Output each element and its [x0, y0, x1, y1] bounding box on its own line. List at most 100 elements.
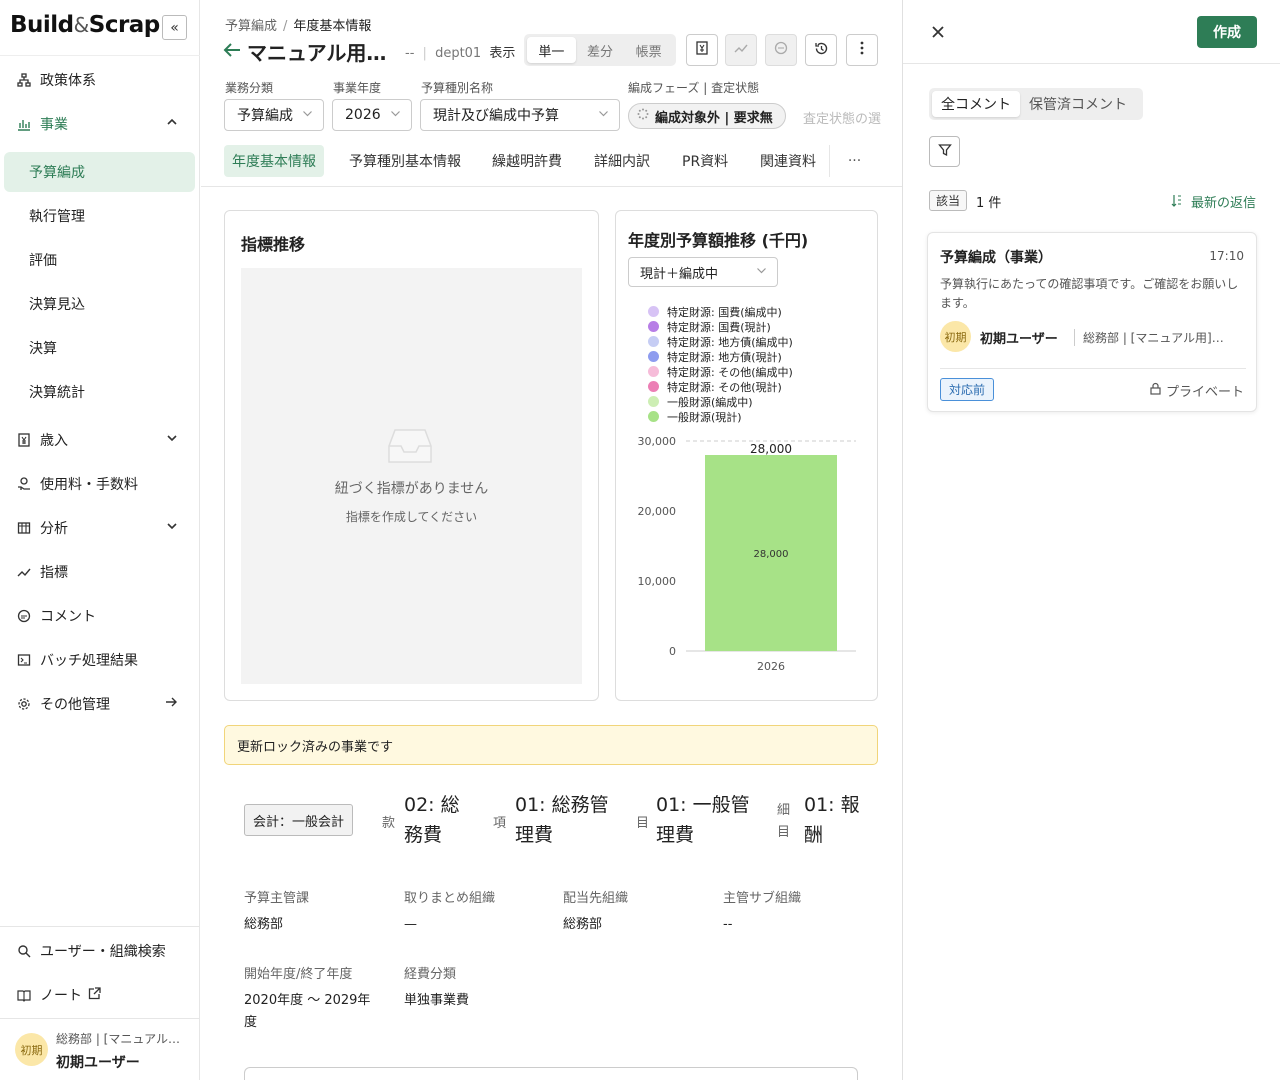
- privacy-label: プライベート: [1165, 385, 1244, 400]
- user-name: 初期ユーザー: [56, 1055, 140, 1071]
- sidebar-item-analysis[interactable]: 分析: [0, 508, 200, 548]
- sidebar-item-comments[interactable]: コメント: [0, 596, 200, 636]
- chevron-down-icon: [166, 432, 178, 447]
- external-link-icon: [88, 986, 101, 1004]
- phase-label: 編成フェーズ | 査定状態: [628, 81, 760, 95]
- phase-value: 編成対象外 | 要求無: [655, 110, 773, 126]
- select-value: 現計及び編成中予算: [433, 108, 559, 124]
- sidebar-item-policy[interactable]: 政策体系: [0, 60, 200, 100]
- sidebar-item-revenue[interactable]: 歳入: [0, 420, 200, 460]
- sidebar-item-label: ユーザー・組織検索: [40, 944, 166, 960]
- coordinator-label: 取りまとめ組織: [404, 891, 496, 906]
- show-label[interactable]: 表示: [489, 46, 515, 61]
- comment-card[interactable]: 予算編成（事業） 17:10 予算執行にあたっての確認事項です。ご確認をお願いし…: [927, 232, 1257, 412]
- assessment-status-select[interactable]: 査定状態の選択: [803, 108, 881, 127]
- empty-inbox-icon: [387, 426, 433, 466]
- create-comment-button[interactable]: 作成: [1197, 16, 1257, 48]
- kou-label: 項: [493, 816, 507, 831]
- tab-budget-type-info[interactable]: 予算種別基本情報: [341, 145, 469, 177]
- fiscal-year-select[interactable]: 2026: [332, 99, 412, 131]
- sidebar-item-label: コメント: [40, 609, 96, 625]
- sidebar-item-settlement-stats[interactable]: 決算統計: [4, 372, 195, 412]
- budget-trend-card: 年度別予算額推移 (千円) 現計＋編成中 特定財源: 国費(編成中) 特定財源: …: [615, 210, 878, 701]
- sort-latest-reply[interactable]: 最新の返信: [1171, 192, 1256, 211]
- view-mode-diff[interactable]: 差分: [576, 37, 625, 63]
- sub-org-value: --: [723, 917, 733, 932]
- sidebar-item-label: 分析: [40, 521, 68, 537]
- yen-report-button[interactable]: [686, 34, 718, 66]
- budget-owner-value: 総務部: [244, 917, 284, 932]
- sidebar-item-settlement-forecast[interactable]: 決算見込: [4, 284, 195, 324]
- trend-icon: [734, 41, 748, 59]
- more-menu-button[interactable]: [846, 34, 878, 66]
- sidebar-item-settlement[interactable]: 決算: [4, 328, 195, 368]
- bar-total-label: 28,000: [750, 442, 792, 456]
- budget-type-select[interactable]: 現計及び編成中予算: [420, 99, 620, 131]
- tab-archived-comments[interactable]: 保管済コメント: [1020, 91, 1136, 117]
- search-icon: [16, 943, 32, 959]
- tab-carryover[interactable]: 繰越明許費: [484, 145, 570, 177]
- sidebar-item-label: 使用料・手数料: [40, 477, 138, 493]
- sidebar-item-label: ノート: [40, 988, 82, 1004]
- tab-pr-materials[interactable]: PR資料: [674, 145, 736, 177]
- moku-value: 01: 一般管 理費: [656, 794, 750, 846]
- privacy-indicator: プライベート: [1150, 381, 1244, 400]
- trend-button[interactable]: [725, 34, 757, 66]
- collapse-sidebar-button[interactable]: «: [162, 15, 187, 40]
- app-logo[interactable]: Build&Scrap: [10, 12, 160, 38]
- tab-all-comments[interactable]: 全コメント: [932, 91, 1020, 117]
- sidebar-item-label: 決算統計: [29, 385, 85, 401]
- comments-panel: 作成 全コメント 保管済コメント 該当 1 件 最新の返信 予算編成（事業） 1…: [902, 0, 1280, 1080]
- history-button[interactable]: [805, 34, 837, 66]
- status-badge: 対応前: [940, 378, 995, 401]
- sidebar-item-label: 指標: [40, 565, 68, 581]
- indicator-empty-state: 紐づく指標がありません 指標を作成してください: [241, 268, 582, 684]
- avatar: 初期: [940, 321, 971, 352]
- y-tick-label: 10,000: [638, 575, 677, 588]
- sidebar-item-other-management[interactable]: その他管理: [0, 684, 200, 724]
- sidebar-item-label: 歳入: [40, 433, 68, 449]
- yen-doc-icon: [695, 41, 709, 59]
- sidebar-item-notes[interactable]: ノート: [0, 975, 200, 1015]
- tab-related-materials[interactable]: 関連資料: [752, 145, 824, 177]
- sidebar-item-project[interactable]: 事業: [0, 104, 200, 144]
- panel-divider: [903, 63, 1280, 64]
- view-mode-switch: 単一 差分 帳票: [524, 34, 676, 66]
- sidebar-item-user-org-search[interactable]: ユーザー・組織検索: [0, 931, 200, 971]
- view-mode-report[interactable]: 帳票: [624, 37, 673, 63]
- table-icon: [16, 520, 32, 536]
- select-value: 予算編成: [237, 108, 293, 124]
- breadcrumb-link[interactable]: 予算編成: [225, 19, 277, 34]
- view-mode-single[interactable]: 単一: [527, 37, 576, 63]
- hand-coin-icon: [16, 476, 32, 492]
- empty-message: 紐づく指標がありません: [334, 481, 489, 497]
- tab-annual-basic-info[interactable]: 年度基本情報: [224, 145, 324, 177]
- business-category-select[interactable]: 予算編成: [224, 99, 324, 131]
- hierarchy-icon: [16, 72, 32, 88]
- close-icon[interactable]: [931, 20, 945, 44]
- sidebar-item-execution[interactable]: 執行管理: [4, 196, 195, 236]
- comment-time: 17:10: [1209, 249, 1244, 263]
- sidebar-item-batch-results[interactable]: バッチ処理結果: [0, 640, 200, 680]
- terminal-icon: [16, 652, 32, 668]
- account-tag: 会計：一般会計: [244, 804, 354, 836]
- sidebar-item-fees[interactable]: 使用料・手数料: [0, 464, 200, 504]
- comment-divider: [940, 368, 1246, 369]
- tabs-more-button[interactable]: ···: [829, 145, 879, 177]
- comment-button[interactable]: [765, 34, 797, 66]
- x-tick-label: 2026: [757, 660, 785, 673]
- sidebar-item-evaluation[interactable]: 評価: [4, 240, 195, 280]
- user-dept: 総務部 | [マニュアル用]初期ユーザー: [56, 1032, 186, 1046]
- current-user[interactable]: 初期 総務部 | [マニュアル用]初期ユーザー 初期ユーザー: [0, 1018, 200, 1080]
- sidebar-item-budget-formulation[interactable]: 予算編成: [4, 152, 195, 192]
- saimoku-label: 細目: [777, 803, 791, 840]
- bar-segment-label: 28,000: [754, 549, 789, 560]
- phase-status-pill[interactable]: 編成対象外 | 要求無: [628, 103, 786, 129]
- lock-icon: [1150, 382, 1161, 399]
- sub-org-label: 主管サブ組織: [723, 891, 802, 906]
- update-lock-banner: 更新ロック済みの事業です: [224, 725, 878, 765]
- tab-details[interactable]: 詳細内訳: [586, 145, 658, 177]
- back-arrow-icon[interactable]: [223, 39, 241, 63]
- sidebar-item-indicators[interactable]: 指標: [0, 552, 200, 592]
- filter-button[interactable]: [929, 136, 960, 167]
